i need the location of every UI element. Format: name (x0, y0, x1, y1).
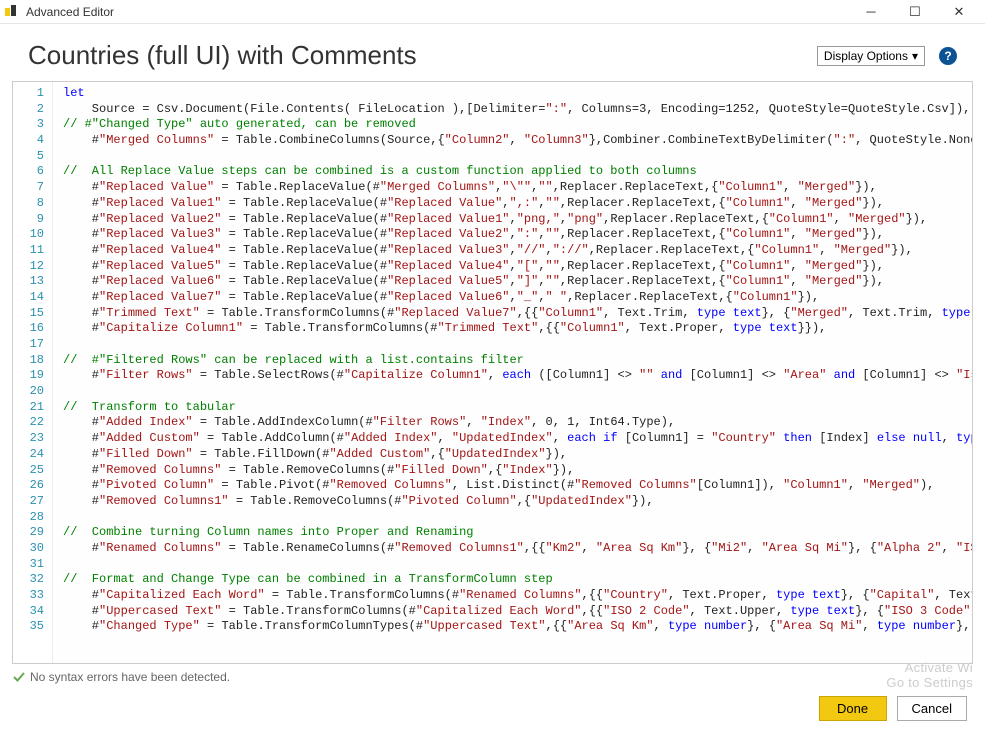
close-button[interactable]: ✕ (937, 0, 981, 24)
maximize-button[interactable]: ☐ (893, 0, 937, 24)
code-line[interactable]: // #"Changed Type" auto generated, can b… (63, 117, 968, 133)
code-line[interactable]: #"Trimmed Text" = Table.TransformColumns… (63, 306, 968, 322)
title-bar: Advanced Editor ─ ☐ ✕ (0, 0, 985, 24)
code-line[interactable]: #"Replaced Value1" = Table.ReplaceValue(… (63, 196, 968, 212)
code-line[interactable]: #"Filter Rows" = Table.SelectRows(#"Capi… (63, 368, 968, 384)
code-line[interactable]: #"Added Custom" = Table.AddColumn(#"Adde… (63, 431, 968, 447)
display-options-label: Display Options (824, 49, 908, 63)
code-line[interactable]: #"Capitalize Column1" = Table.TransformC… (63, 321, 968, 337)
code-line[interactable]: // All Replace Value steps can be combin… (63, 164, 968, 180)
code-line[interactable]: // #"Filtered Rows" can be replaced with… (63, 353, 968, 369)
code-line[interactable]: #"Replaced Value5" = Table.ReplaceValue(… (63, 259, 968, 275)
code-line[interactable]: #"Replaced Value4" = Table.ReplaceValue(… (63, 243, 968, 259)
window-title: Advanced Editor (26, 5, 114, 19)
page-title: Countries (full UI) with Comments (28, 40, 817, 71)
code-line[interactable]: #"Replaced Value3" = Table.ReplaceValue(… (63, 227, 968, 243)
code-line[interactable]: #"Renamed Columns" = Table.RenameColumns… (63, 541, 968, 557)
code-line[interactable]: // Combine turning Column names into Pro… (63, 525, 968, 541)
code-line[interactable]: #"Added Index" = Table.AddIndexColumn(#"… (63, 415, 968, 431)
code-line[interactable]: #"Filled Down" = Table.FillDown(#"Added … (63, 447, 968, 463)
code-line[interactable]: #"Removed Columns" = Table.RemoveColumns… (63, 463, 968, 479)
line-number-gutter: 1234567891011121314151617181920212223242… (13, 82, 53, 663)
code-content[interactable]: let Source = Csv.Document(File.Contents(… (53, 82, 972, 663)
code-line[interactable] (63, 557, 968, 573)
help-icon[interactable]: ? (939, 47, 957, 65)
cancel-button[interactable]: Cancel (897, 696, 967, 721)
window-controls: ─ ☐ ✕ (849, 0, 981, 24)
code-line[interactable]: // Transform to tabular (63, 400, 968, 416)
code-line[interactable]: #"Removed Columns1" = Table.RemoveColumn… (63, 494, 968, 510)
code-line[interactable]: #"Merged Columns" = Table.CombineColumns… (63, 133, 968, 149)
status-bar: No syntax errors have been detected. (0, 664, 985, 686)
dialog-button-row: Done Cancel (0, 686, 985, 735)
code-line[interactable]: #"Uppercased Text" = Table.TransformColu… (63, 604, 968, 620)
code-line[interactable]: // Format and Change Type can be combine… (63, 572, 968, 588)
app-icon (4, 4, 20, 20)
code-line[interactable] (63, 337, 968, 353)
code-line[interactable]: Source = Csv.Document(File.Contents( Fil… (63, 102, 968, 118)
code-line[interactable]: #"Capitalized Each Word" = Table.Transfo… (63, 588, 968, 604)
status-message: No syntax errors have been detected. (30, 670, 230, 684)
done-button[interactable]: Done (819, 696, 887, 721)
code-line[interactable]: #"Replaced Value" = Table.ReplaceValue(#… (63, 180, 968, 196)
code-line[interactable]: #"Replaced Value6" = Table.ReplaceValue(… (63, 274, 968, 290)
code-line[interactable]: #"Replaced Value2" = Table.ReplaceValue(… (63, 212, 968, 228)
minimize-button[interactable]: ─ (849, 0, 893, 24)
code-line[interactable]: #"Pivoted Column" = Table.Pivot(#"Remove… (63, 478, 968, 494)
code-line[interactable]: #"Replaced Value7" = Table.ReplaceValue(… (63, 290, 968, 306)
code-line[interactable] (63, 510, 968, 526)
chevron-down-icon: ▾ (912, 49, 918, 63)
code-line[interactable]: #"Changed Type" = Table.TransformColumnT… (63, 619, 968, 635)
header-row: Countries (full UI) with Comments Displa… (0, 24, 985, 81)
code-editor[interactable]: 1234567891011121314151617181920212223242… (12, 81, 973, 664)
code-line[interactable] (63, 149, 968, 165)
code-line[interactable]: let (63, 86, 968, 102)
code-line[interactable] (63, 384, 968, 400)
display-options-dropdown[interactable]: Display Options ▾ (817, 46, 925, 66)
check-icon (12, 670, 26, 684)
